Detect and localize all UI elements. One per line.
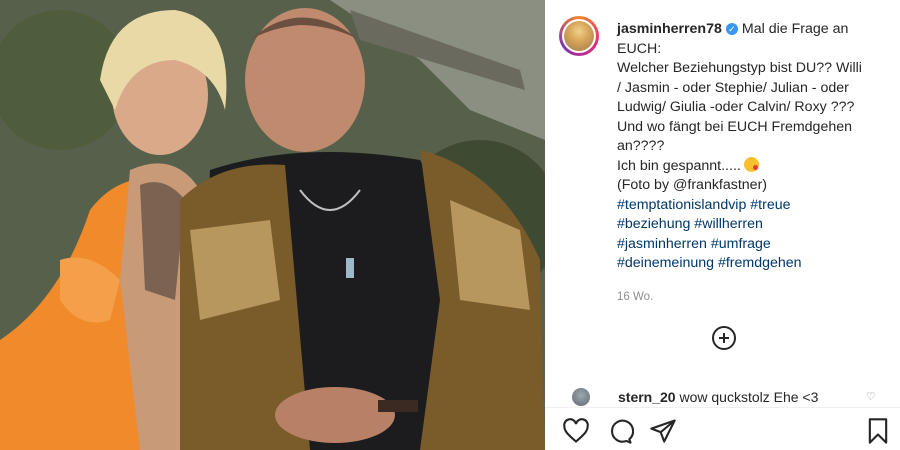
comment-row: stern_20 wow quckstolz Ehe <3 ♡ xyxy=(572,388,892,406)
comment-icon[interactable] xyxy=(606,417,635,445)
post-timestamp[interactable]: 16 Wo. xyxy=(617,288,887,308)
action-bar xyxy=(545,408,900,450)
caption-line: Welcher Beziehungstyp bist DU?? Willi xyxy=(617,60,862,76)
paper-plane-icon[interactable] xyxy=(649,417,677,445)
heart-icon[interactable] xyxy=(562,417,590,445)
caption-line: Mal die Frage an xyxy=(741,21,849,37)
caption-line: / Jasmin - oder Stephie/ Julian - oder xyxy=(617,79,849,96)
comment-text: stern_20 wow quckstolz Ehe <3 xyxy=(618,389,818,405)
caption-line: EUCH: xyxy=(617,40,662,57)
photo-illustration xyxy=(0,0,545,450)
username-link[interactable]: jasminherren78 xyxy=(617,21,722,37)
caption-line: Und wo fängt bei EUCH Fremdgehen xyxy=(617,118,853,135)
hashtag-line[interactable]: #jasminherren #umfrage xyxy=(617,235,887,255)
caption-line: Ich bin gespannt..... xyxy=(617,157,741,174)
caption-line: Ludwig/ Giulia -oder Calvin/ Roxy ??? xyxy=(617,99,855,115)
commenter-avatar[interactable] xyxy=(572,388,590,406)
comment-body: wow quckstolz Ehe <3 xyxy=(679,389,819,405)
profile-avatar[interactable] xyxy=(559,16,599,56)
caption-line: an???? xyxy=(617,138,665,154)
hashtag-line[interactable]: #beziehung #willherren xyxy=(617,215,887,235)
hashtag-line[interactable]: #temptationislandvip #treue xyxy=(617,196,887,216)
hashtag-line[interactable]: #deinemeinung #fremdgehen xyxy=(617,254,887,274)
post-caption: jasminherren78 ✓ Mal die Frage an EUCH: We… xyxy=(617,20,887,307)
bookmark-icon[interactable] xyxy=(864,417,892,445)
verified-badge-icon: ✓ xyxy=(725,23,738,35)
caption-line: (Foto by @frankfastner) xyxy=(617,177,768,193)
comment-username[interactable]: stern_20 xyxy=(618,389,676,405)
small-heart-icon[interactable]: ♡ xyxy=(866,392,876,403)
add-circle-icon[interactable] xyxy=(712,326,736,350)
kiss-face-emoji xyxy=(743,156,759,172)
post-photo[interactable] xyxy=(0,0,545,450)
